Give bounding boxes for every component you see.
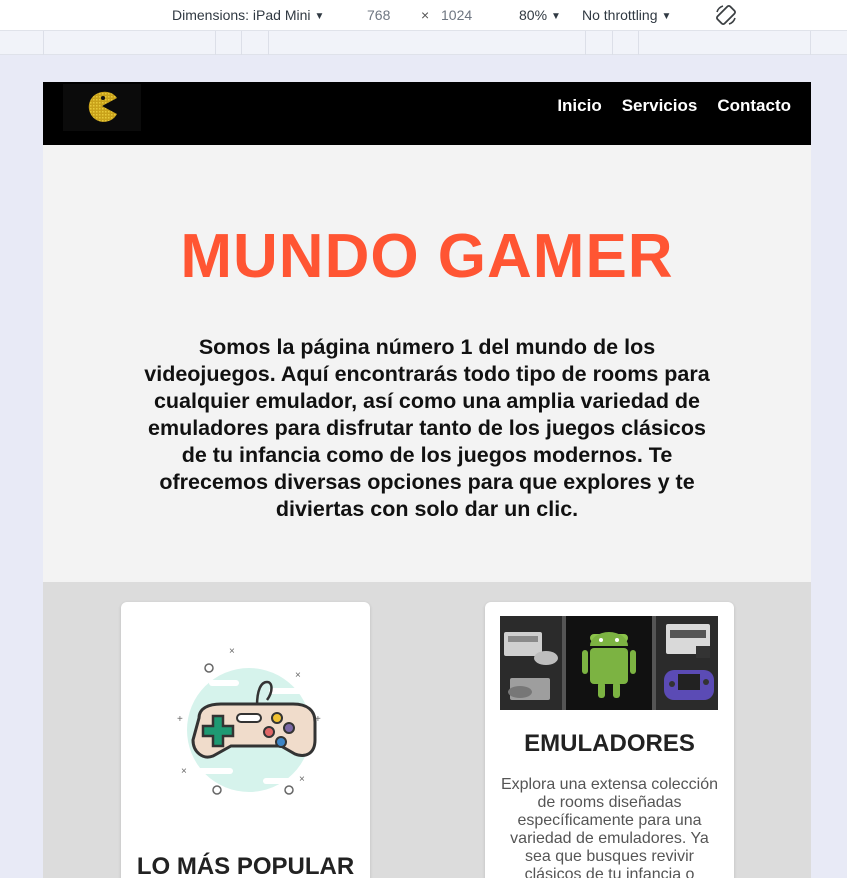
throttling-label: No throttling: [582, 7, 658, 23]
dimensions-label: Dimensions: iPad Mini: [172, 7, 311, 23]
nav-link-servicios[interactable]: Servicios: [622, 96, 698, 116]
navbar: Inicio Servicios Contacto: [43, 82, 811, 145]
page-title: MUNDO GAMER: [180, 222, 674, 291]
svg-text:+: +: [177, 714, 183, 725]
nav-link-contacto[interactable]: Contacto: [717, 96, 791, 116]
height-input[interactable]: 1024: [441, 7, 472, 23]
dimensions-dropdown[interactable]: Dimensions: iPad Mini ▼: [172, 7, 324, 23]
media-query-ruler: [0, 31, 847, 55]
card-title: LO MÁS POPULAR: [136, 853, 355, 878]
page-viewport: Inicio Servicios Contacto MUNDO GAMER So…: [43, 82, 811, 878]
nav-links: Inicio Servicios Contacto: [557, 96, 791, 116]
zoom-label: 80%: [519, 7, 548, 23]
consoles-image: [500, 616, 718, 710]
devtools-device-toolbar: Dimensions: iPad Mini ▼ 768 × 1024 80% ▼ N…: [0, 0, 847, 31]
chevron-down-icon: ▼: [314, 11, 325, 22]
card-text: Explora una extensa colección de rooms d…: [500, 776, 719, 878]
pacman-logo[interactable]: [63, 84, 141, 131]
svg-text:×: ×: [295, 670, 301, 681]
cards-section: × × + + × × LO MÁS POPULAR EMULADORES Ex…: [43, 582, 811, 878]
svg-text:×: ×: [229, 646, 235, 657]
gamepad-icon: × × + + × ×: [169, 640, 323, 800]
nav-link-inicio[interactable]: Inicio: [557, 96, 601, 116]
chevron-down-icon: ▼: [661, 11, 672, 22]
rotate-icon[interactable]: [714, 3, 738, 27]
svg-text:×: ×: [181, 766, 187, 777]
hero-description: Somos la página número 1 del mundo de lo…: [144, 335, 710, 521]
chevron-down-icon: ▼: [551, 11, 561, 22]
svg-text:×: ×: [299, 774, 305, 785]
zoom-dropdown[interactable]: 80% ▼: [519, 7, 561, 23]
card-emuladores[interactable]: EMULADORES Explora una extensa colección…: [485, 602, 734, 878]
times-icon: ×: [421, 7, 430, 23]
width-input[interactable]: 768: [367, 7, 390, 23]
card-title: EMULADORES: [524, 730, 695, 757]
hero-section: MUNDO GAMER Somos la página número 1 del…: [43, 145, 811, 582]
throttling-dropdown[interactable]: No throttling ▼: [582, 7, 671, 23]
card-popular[interactable]: × × + + × × LO MÁS POPULAR: [121, 602, 370, 878]
